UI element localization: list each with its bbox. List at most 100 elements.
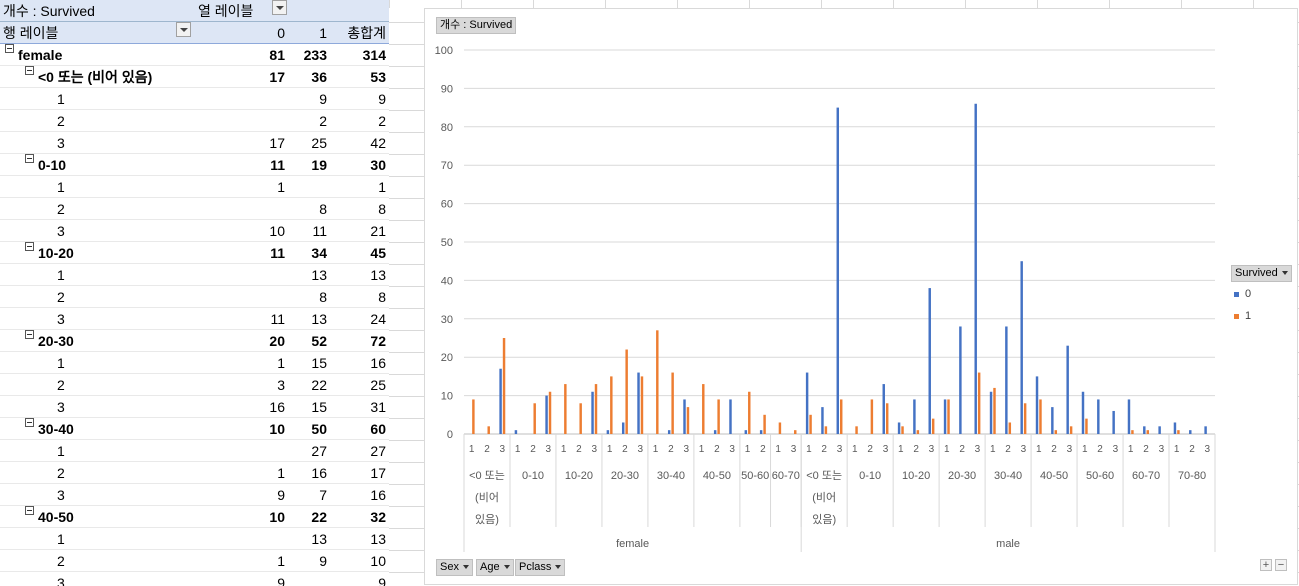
age-group-label: 30-40 — [657, 470, 685, 482]
chevron-down-icon — [462, 565, 469, 570]
pivot-row[interactable]: 40-50 10 22 32 — [0, 506, 389, 528]
pivot-row[interactable]: 3 17 25 42 — [0, 132, 389, 154]
pclass-tick-label: 1 — [775, 444, 781, 455]
sex-field-button[interactable]: Sex — [436, 559, 473, 576]
pivot-cell-v1: 16 — [311, 465, 327, 481]
chart-bar — [683, 399, 686, 434]
pclass-tick-label: 3 — [546, 444, 552, 455]
pivot-cell-t: 9 — [378, 91, 386, 107]
pivot-row[interactable]: 2 1 16 17 — [0, 462, 389, 484]
pivot-cell-v0: 1 — [277, 355, 285, 371]
pivot-row[interactable]: 1 9 9 — [0, 88, 389, 110]
pivot-cell-v0: 17 — [269, 69, 285, 85]
row-filter-button[interactable] — [176, 22, 191, 37]
pivot-row[interactable]: 3 16 15 31 — [0, 396, 389, 418]
chart-bar — [870, 399, 874, 434]
pivot-cell-t: 53 — [370, 69, 386, 85]
pclass-field-button[interactable]: Pclass — [515, 559, 566, 576]
legend-label-0: 0 — [1245, 288, 1252, 300]
pivot-row[interactable]: 30-40 10 50 60 — [0, 418, 389, 440]
pivot-row-label: 3 — [57, 311, 65, 327]
pivot-cell-v1: 27 — [311, 443, 327, 459]
pivot-row[interactable]: 1 13 13 — [0, 264, 389, 286]
pclass-tick-label: 2 — [1051, 444, 1057, 455]
chart-bar — [1035, 376, 1039, 434]
pclass-tick-label: 1 — [515, 444, 521, 455]
pivot-cell-t: 17 — [370, 465, 386, 481]
pivot-row-label: 1 — [57, 267, 65, 283]
column-filter-button[interactable] — [272, 0, 287, 15]
pclass-tick-label: 2 — [530, 444, 536, 455]
collapse-icon[interactable] — [25, 66, 34, 75]
chart-bar — [548, 391, 552, 434]
pivot-cell-t: 45 — [370, 245, 386, 261]
pivot-row-label: 2 — [57, 289, 65, 305]
pivot-row[interactable]: 20-30 20 52 72 — [0, 330, 389, 352]
age-group-label: 10-20 — [902, 470, 930, 482]
collapse-icon[interactable] — [25, 330, 34, 339]
pivot-cell-t: 32 — [370, 509, 386, 525]
pivot-cell-t: 8 — [378, 201, 386, 217]
collapse-field-button[interactable]: − — [1275, 559, 1287, 571]
chart-bar — [1177, 430, 1180, 434]
sheet-gridline — [1037, 0, 1038, 8]
pclass-field-label: Pclass — [519, 561, 552, 573]
pclass-tick-label: 2 — [1189, 444, 1195, 455]
pclass-tick-label: 3 — [837, 444, 843, 455]
pivot-row[interactable]: 0-10 11 19 30 — [0, 154, 389, 176]
pclass-tick-label: 2 — [959, 444, 965, 455]
collapse-icon[interactable] — [25, 154, 34, 163]
pivot-row[interactable]: 3 9 7 16 — [0, 484, 389, 506]
collapse-icon[interactable] — [25, 506, 34, 515]
pivot-row[interactable]: <0 또는 (비어 있음) 17 36 53 — [0, 66, 389, 88]
pivot-cell-v1: 13 — [311, 311, 327, 327]
pivot-row-label: 1 — [57, 531, 65, 547]
pivot-cell-t: 25 — [370, 377, 386, 393]
chart-bar — [472, 399, 475, 434]
pivot-row[interactable]: 2 3 22 25 — [0, 374, 389, 396]
age-field-button[interactable]: Age — [476, 559, 514, 576]
pclass-tick-label: 3 — [975, 444, 981, 455]
chart-bar — [744, 430, 748, 434]
pivot-row[interactable]: 1 13 13 — [0, 528, 389, 550]
pivot-row[interactable]: 1 27 27 — [0, 440, 389, 462]
pclass-tick-label: 3 — [1205, 444, 1211, 455]
pivot-row[interactable]: female 81 233 314 — [0, 44, 389, 66]
pivot-row[interactable]: 2 8 8 — [0, 198, 389, 220]
pivot-cell-v1: 52 — [311, 333, 327, 349]
pclass-tick-label: 2 — [1143, 444, 1149, 455]
pivot-cell-t: 8 — [378, 289, 386, 305]
sheet-gridline — [965, 0, 966, 8]
chart-bar — [977, 372, 981, 434]
pivot-row-label: 2 — [57, 377, 65, 393]
pivot-row-label: 10-20 — [38, 245, 74, 261]
collapse-icon[interactable] — [5, 44, 14, 53]
chevron-down-icon — [555, 565, 562, 570]
pclass-tick-label: 2 — [484, 444, 490, 455]
chart-bar — [1081, 391, 1085, 434]
chart-bar — [686, 407, 690, 434]
pivot-row[interactable]: 2 1 9 10 — [0, 550, 389, 572]
pivot-row[interactable]: 10-20 11 34 45 — [0, 242, 389, 264]
collapse-icon[interactable] — [25, 418, 34, 427]
expand-field-button[interactable]: + — [1260, 559, 1272, 571]
legend-filter-button[interactable]: Survived — [1231, 265, 1292, 282]
collapse-icon[interactable] — [25, 242, 34, 251]
pivot-row[interactable]: 3 11 13 24 — [0, 308, 389, 330]
sheet-gridline — [1253, 0, 1254, 8]
pivot-cell-t: 42 — [370, 135, 386, 151]
legend-swatch-1 — [1234, 314, 1239, 319]
pivot-table[interactable]: 개수 : Survived 열 레이블 행 레이블 0 1 총합계 female… — [0, 0, 389, 586]
y-tick-label: 90 — [441, 83, 453, 95]
pivot-row[interactable]: 2 2 2 — [0, 110, 389, 132]
pivot-row[interactable]: 3 9 9 — [0, 572, 389, 586]
y-tick-label: 80 — [441, 122, 453, 134]
pivot-row[interactable]: 1 1 1 — [0, 176, 389, 198]
pclass-tick-label: 1 — [1174, 444, 1180, 455]
pivot-row[interactable]: 3 10 11 21 — [0, 220, 389, 242]
pivot-cell-v1: 15 — [311, 355, 327, 371]
chart-bar — [667, 430, 671, 434]
pivot-row[interactable]: 1 1 15 16 — [0, 352, 389, 374]
pivot-chart[interactable]: 개수 : Survived 0 10 20 30 40 50 60 70 80 90 100 1 2 3 <… — [424, 8, 1298, 585]
pivot-row[interactable]: 2 8 8 — [0, 286, 389, 308]
